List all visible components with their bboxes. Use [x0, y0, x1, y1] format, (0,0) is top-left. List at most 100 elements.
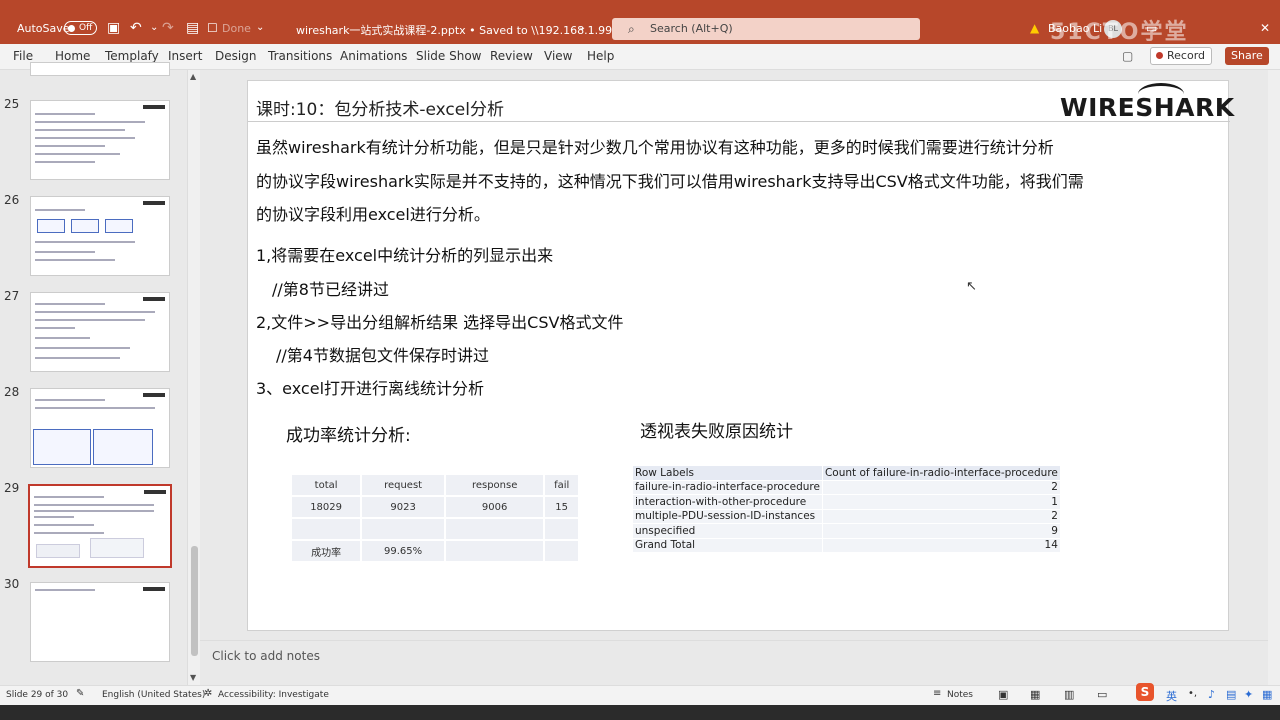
record-button[interactable]: Record — [1150, 47, 1213, 65]
table-cell: 2 — [822, 509, 1060, 523]
share-button[interactable]: Share — [1225, 47, 1269, 65]
customize-toolbar-icon[interactable]: ⌄ — [256, 20, 264, 36]
warning-icon[interactable]: ▲ — [1030, 20, 1039, 36]
table-cell — [545, 541, 578, 561]
scrollbar-thumb[interactable] — [191, 546, 198, 656]
notes-icon[interactable]: ≡ — [933, 688, 941, 699]
table-row: total request response fail — [292, 475, 578, 495]
step-note: //第4节数据包文件保存时讲过 — [276, 346, 489, 365]
redo-icon[interactable]: ↷ — [162, 20, 174, 36]
scroll-up-icon[interactable]: ▲ — [190, 72, 196, 81]
language-label[interactable]: English (United States) — [102, 690, 205, 700]
thumbnail-line — [35, 399, 105, 401]
undo-dropdown-icon[interactable]: ⌄ — [150, 20, 158, 36]
thumbnail-line — [34, 524, 94, 526]
ime-language-label[interactable]: 英 — [1166, 688, 1177, 704]
keyboard-icon[interactable]: ▤ — [1226, 688, 1236, 701]
table-row: failure-in-radio-interface-procedure 2 — [633, 480, 1060, 494]
table-row: multiple-PDU-session-ID-instances 2 — [633, 509, 1060, 523]
checkbox-icon[interactable]: ☐ — [207, 20, 218, 36]
tab-review[interactable]: Review — [490, 49, 533, 63]
title-chevron-down-icon[interactable]: ⌄ — [578, 20, 586, 36]
search-placeholder: Search (Alt+Q) — [650, 22, 733, 35]
slideshow-icon[interactable]: ▭ — [1097, 688, 1107, 701]
table-header-cell: response — [445, 475, 544, 495]
autosave-label: AutoSave — [17, 22, 70, 35]
ime-punctuation-icon[interactable]: •, — [1188, 688, 1197, 699]
intro-text-line: 的协议字段利用excel进行分析。 — [256, 205, 490, 224]
table-cell: failure-in-radio-interface-procedure — [633, 480, 822, 494]
notes-pane[interactable]: Click to add notes — [200, 640, 1268, 685]
thumbnail-line — [34, 516, 74, 518]
thumbnail-line — [34, 496, 104, 498]
slide-scrollbar[interactable] — [1268, 70, 1280, 685]
status-bar: Slide 29 of 30 ✎ English (United States)… — [0, 685, 1280, 705]
thumbnail-box — [71, 219, 99, 233]
sogou-ime-icon[interactable]: S — [1136, 683, 1154, 701]
thumbnail-line — [34, 504, 154, 506]
table-cell: Grand Total — [633, 538, 822, 552]
slide-thumbnail[interactable] — [30, 388, 170, 468]
spellcheck-icon[interactable]: ✎ — [76, 688, 84, 699]
slide-sorter-icon[interactable]: ▦ — [1030, 688, 1040, 701]
tab-transitions[interactable]: Transitions — [268, 49, 332, 63]
step-text: 3、excel打开进行离线统计分析 — [256, 379, 485, 398]
tab-file[interactable]: File — [13, 49, 33, 63]
thumbnail-box — [105, 219, 133, 233]
thumbnail-line — [35, 153, 120, 155]
file-title[interactable]: wireshark一站式实战课程-2.pptx • Saved to \\192… — [296, 22, 642, 38]
normal-view-icon[interactable]: ▣ — [998, 688, 1008, 701]
notes-placeholder: Click to add notes — [212, 649, 320, 663]
notes-button[interactable]: Notes — [947, 690, 973, 700]
thumbnail-logo — [144, 490, 166, 494]
tab-design[interactable]: Design — [215, 49, 256, 63]
autosave-toggle[interactable]: Off — [64, 21, 97, 35]
tab-insert[interactable]: Insert — [168, 49, 202, 63]
tab-slide-show[interactable]: Slide Show — [416, 49, 481, 63]
slide-thumbnail[interactable] — [30, 62, 170, 76]
reading-view-icon[interactable]: ▥ — [1064, 688, 1074, 701]
table-cell: 18029 — [292, 497, 361, 517]
accessibility-icon[interactable]: ✲ — [204, 688, 212, 699]
slide-thumbnail[interactable] — [30, 196, 170, 276]
thumbnail-box — [93, 429, 153, 465]
slide-thumbnail[interactable] — [30, 292, 170, 372]
wireshark-logo: WIRESHARK — [1060, 93, 1235, 122]
save-icon[interactable]: ▣ — [107, 20, 120, 36]
scroll-down-icon[interactable]: ▼ — [190, 673, 196, 682]
tab-templafy[interactable]: Templafy — [105, 49, 159, 63]
tab-home[interactable]: Home — [55, 49, 90, 63]
toolbox-icon[interactable]: ▦ — [1262, 688, 1272, 701]
thumbnail-line — [35, 357, 120, 359]
close-icon[interactable]: ✕ — [1260, 20, 1270, 36]
search-box[interactable]: ⌕ Search (Alt+Q) — [612, 18, 920, 40]
thumbnail-line — [34, 510, 154, 512]
title-bar: AutoSave Off ▣ ↶ ⌄ ↷ ▤ ☐ Done ⌄ wireshar… — [0, 0, 1280, 45]
slide-thumbnail-active[interactable] — [28, 484, 172, 568]
thumbnail-box — [36, 544, 80, 558]
slide-thumbnail[interactable] — [30, 582, 170, 662]
tab-view[interactable]: View — [544, 49, 572, 63]
tab-help[interactable]: Help — [587, 49, 614, 63]
accessibility-status[interactable]: Accessibility: Investigate — [218, 690, 329, 700]
undo-icon[interactable]: ↶ — [130, 20, 142, 36]
table-row: 18029 9023 9006 15 — [292, 497, 578, 517]
slide-thumbnail[interactable] — [30, 100, 170, 180]
thumbnail-logo — [143, 393, 165, 397]
microphone-icon[interactable]: ♪ — [1208, 688, 1215, 701]
table-cell: 15 — [545, 497, 578, 517]
thumbnail-line — [35, 145, 105, 147]
table-cell: 14 — [822, 538, 1060, 552]
skin-icon[interactable]: ✦ — [1244, 688, 1253, 701]
present-icon[interactable]: ▤ — [186, 20, 199, 36]
thumbnail-line — [35, 209, 85, 211]
comments-icon[interactable]: ▢ — [1122, 48, 1133, 64]
thumbnail-scrollbar[interactable]: ▲ ▼ — [187, 70, 200, 685]
table-cell: 99.65% — [362, 541, 444, 561]
tab-animations[interactable]: Animations — [340, 49, 407, 63]
pivot-table: Row Labels Count of failure-in-radio-int… — [632, 465, 1061, 553]
thumbnail-box — [37, 219, 65, 233]
thumbnail-line — [35, 113, 95, 115]
table-row: Row Labels Count of failure-in-radio-int… — [633, 466, 1060, 480]
slide-canvas[interactable]: 课时:10：包分析技术-excel分析 WIRESHARK 虽然wireshar… — [247, 80, 1234, 631]
